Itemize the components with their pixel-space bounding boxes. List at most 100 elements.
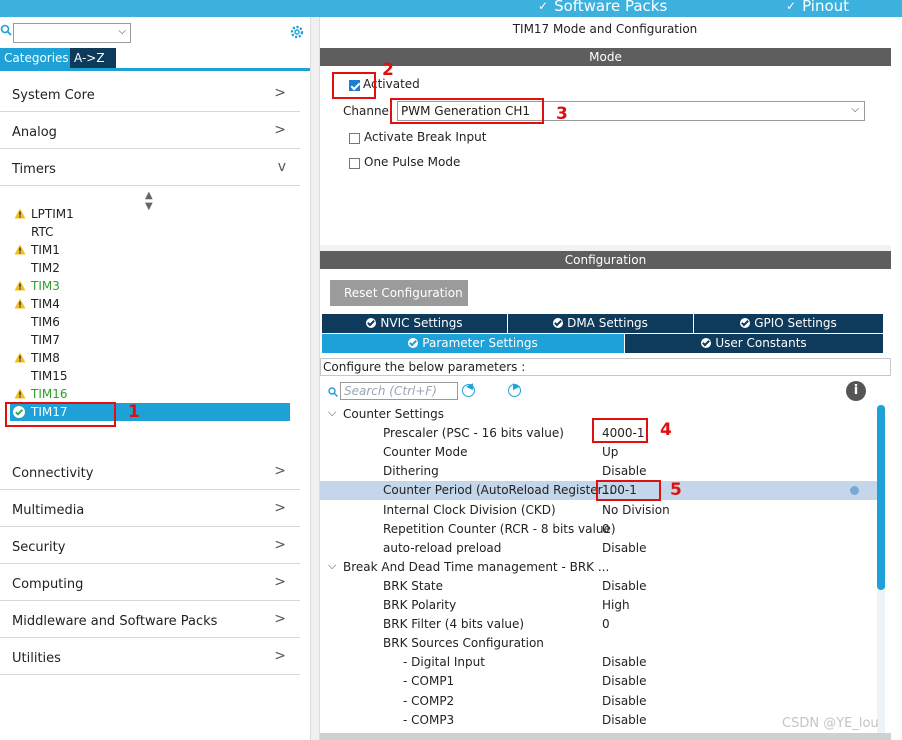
param-row[interactable]: Dithering Disable <box>320 462 880 481</box>
menu-pinout[interactable]: ✓ Pinout <box>786 0 849 15</box>
gear-icon[interactable] <box>289 24 305 40</box>
annotation-number-4: 4 <box>660 420 672 440</box>
category-security[interactable]: Security > <box>0 528 300 564</box>
param-value[interactable]: Disable <box>602 541 647 555</box>
tab-gpio-settings[interactable]: GPIO Settings <box>694 314 884 333</box>
param-name: Dithering <box>383 464 439 479</box>
param-scrollbar-thumb[interactable] <box>877 405 885 590</box>
param-row[interactable]: - COMP2 Disable <box>320 692 880 711</box>
tab-categories[interactable]: Categories <box>0 48 70 68</box>
param-row[interactable]: BRK Polarity High <box>320 596 880 615</box>
category-label: Utilities <box>12 651 61 666</box>
param-value[interactable]: 0 <box>602 522 610 536</box>
timer-item-tim6[interactable]: TIM6 <box>0 313 290 331</box>
timer-item-tim2[interactable]: TIM2 <box>0 259 290 277</box>
timer-item-tim7[interactable]: TIM7 <box>0 331 290 349</box>
param-value[interactable]: Disable <box>602 713 647 727</box>
chevron-down-icon[interactable]: ⌵ <box>328 559 336 573</box>
param-modified-indicator <box>850 486 859 496</box>
annotation-number-2: 2 <box>382 60 394 80</box>
timer-item-tim1[interactable]: TIM1 <box>0 241 290 259</box>
param-name: Counter Period (AutoReload Register... <box>383 483 613 498</box>
timer-label: LPTIM1 <box>31 207 74 221</box>
timer-item-tim16[interactable]: TIM16 <box>0 385 290 403</box>
param-row[interactable]: Repetition Counter (RCR - 8 bits value) 0 <box>320 520 880 539</box>
configuration-bar: Configuration <box>320 251 891 269</box>
param-value[interactable]: Disable <box>602 694 647 708</box>
param-row[interactable]: BRK Sources Configuration <box>320 634 880 653</box>
category-label: Security <box>12 540 66 555</box>
category-system-core[interactable]: System Core > <box>0 76 300 112</box>
chevron-down-icon: ✓ <box>538 0 549 13</box>
param-row[interactable]: Internal Clock Division (CKD) No Division <box>320 501 880 520</box>
param-value[interactable]: Disable <box>602 464 647 478</box>
one-pulse-label: One Pulse Mode <box>364 155 461 169</box>
reset-configuration-button[interactable]: Reset Configuration <box>330 280 468 306</box>
horizontal-scrollbar[interactable] <box>320 733 891 740</box>
tab-nvic-settings[interactable]: NVIC Settings <box>322 314 508 333</box>
param-value[interactable]: No Division <box>602 503 670 517</box>
chevron-right-icon: > <box>274 463 286 479</box>
parameter-search-input[interactable]: Search (Ctrl+F) <box>340 382 458 400</box>
param-row[interactable]: BRK State Disable <box>320 577 880 596</box>
chevron-right-icon: > <box>274 574 286 590</box>
break-input-label: Activate Break Input <box>364 130 487 144</box>
category-multimedia[interactable]: Multimedia > <box>0 491 300 527</box>
timer-label: TIM16 <box>31 387 68 401</box>
search-icon <box>328 387 338 397</box>
menu-software-packs[interactable]: ✓ Software Packs <box>538 0 667 15</box>
timer-label: TIM2 <box>31 261 60 275</box>
one-pulse-checkbox[interactable] <box>349 158 360 169</box>
param-name: Break And Dead Time management - BRK ... <box>343 559 610 574</box>
param-row[interactable]: auto-reload preload Disable <box>320 539 880 558</box>
break-input-checkbox[interactable] <box>349 133 360 144</box>
chevron-down-icon: ⌵ <box>118 26 126 37</box>
annotation-box-4 <box>592 418 648 443</box>
timer-item-lptim1[interactable]: LPTIM1 <box>0 205 290 223</box>
search-next-icon[interactable]: ▶ <box>508 382 521 397</box>
param-value[interactable]: Disable <box>602 674 647 688</box>
param-value[interactable]: Disable <box>602 655 647 669</box>
mode-configuration-panel: TIM17 Mode and Configuration Mode Activa… <box>320 17 902 740</box>
info-icon[interactable]: i <box>846 381 866 401</box>
param-name: - COMP3 <box>403 712 455 727</box>
category-utilities[interactable]: Utilities > <box>0 639 300 675</box>
categories-panel: ⌵ Categories A->Z System Core > Analog >… <box>0 17 310 740</box>
param-value[interactable]: 0 <box>602 617 610 631</box>
category-analog[interactable]: Analog > <box>0 113 300 149</box>
param-group-row[interactable]: ⌵ Break And Dead Time management - BRK ..… <box>320 558 880 577</box>
chevron-right-icon: > <box>274 537 286 553</box>
param-row[interactable]: Counter Mode Up <box>320 443 880 462</box>
category-computing[interactable]: Computing > <box>0 565 300 601</box>
category-search-input[interactable]: ⌵ <box>13 23 131 43</box>
chevron-right-icon: > <box>274 85 286 101</box>
annotation-number-3: 3 <box>556 104 568 124</box>
timer-item-tim3[interactable]: TIM3 <box>0 277 290 295</box>
timer-label: TIM1 <box>31 243 60 257</box>
timer-item-tim8[interactable]: TIM8 <box>0 349 290 367</box>
param-value[interactable]: High <box>602 598 630 612</box>
timer-item-tim4[interactable]: TIM4 <box>0 295 290 313</box>
timer-item-tim15[interactable]: TIM15 <box>0 367 290 385</box>
panel-splitter[interactable] <box>310 17 320 740</box>
param-value[interactable]: Up <box>602 445 618 459</box>
param-name: BRK Sources Configuration <box>383 636 544 651</box>
param-row[interactable]: BRK Filter (4 bits value) 0 <box>320 615 880 634</box>
search-prev-icon[interactable]: ◀ <box>462 382 475 397</box>
tab-parameter-settings[interactable]: Parameter Settings <box>322 334 625 353</box>
param-value[interactable]: Disable <box>602 579 647 593</box>
timer-label: TIM7 <box>31 333 60 347</box>
channel-label: Channel <box>343 104 393 118</box>
tab-dma-settings[interactable]: DMA Settings <box>508 314 694 333</box>
param-row[interactable]: - COMP1 Disable <box>320 672 880 691</box>
category-timers[interactable]: Timers v <box>0 150 300 186</box>
timer-item-rtc[interactable]: RTC <box>0 223 290 241</box>
category-middleware-and-software-packs[interactable]: Middleware and Software Packs > <box>0 602 300 638</box>
param-row[interactable]: - Digital Input Disable <box>320 653 880 672</box>
chevron-down-icon[interactable]: ⌵ <box>328 406 336 420</box>
param-name: Prescaler (PSC - 16 bits value) <box>383 426 564 441</box>
category-connectivity[interactable]: Connectivity > <box>0 454 300 490</box>
tab-user-constants[interactable]: User Constants <box>625 334 884 353</box>
tab-a-z[interactable]: A->Z <box>70 48 116 68</box>
param-name: Counter Mode <box>383 445 468 460</box>
